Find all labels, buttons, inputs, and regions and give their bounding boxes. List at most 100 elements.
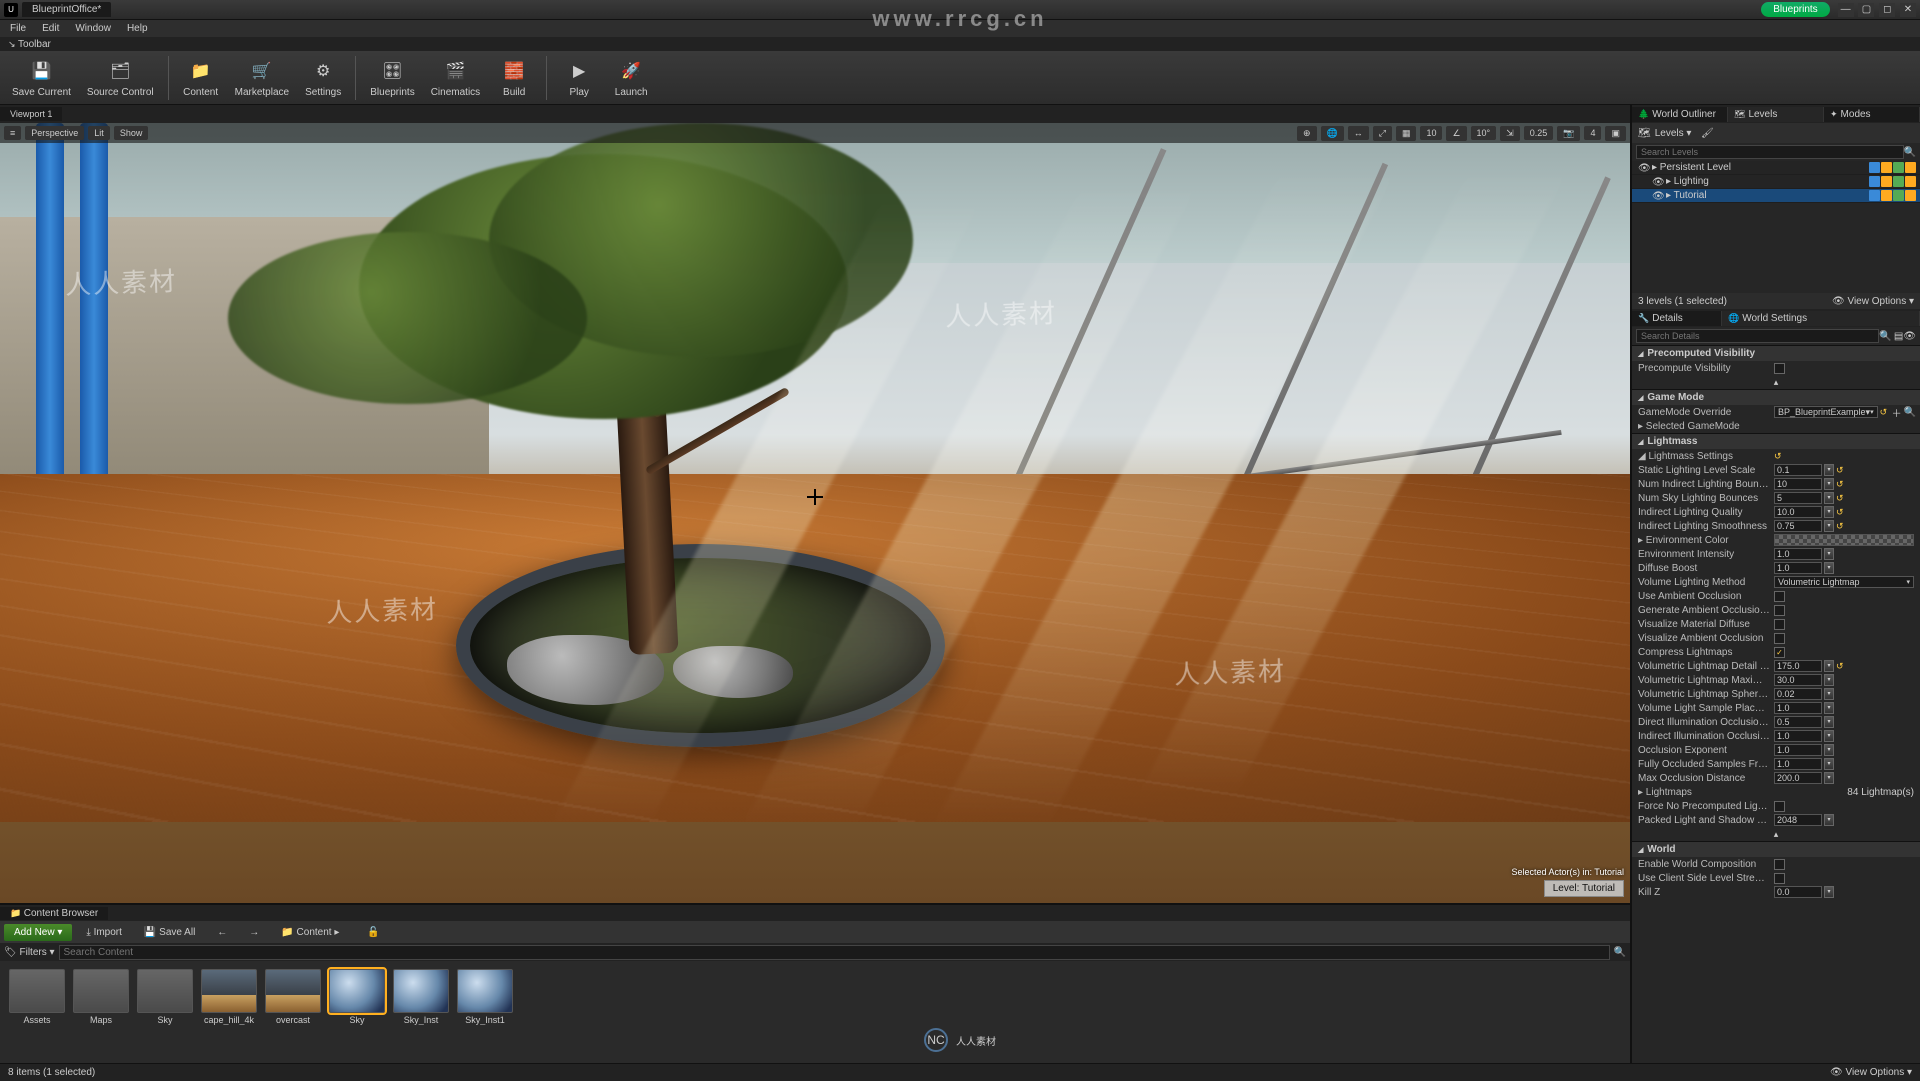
checkbox[interactable] — [1774, 591, 1785, 602]
viewport-grid-size[interactable]: 10 — [1420, 126, 1442, 140]
section-header[interactable]: Lightmass — [1632, 434, 1920, 449]
toolbar-cinematics[interactable]: 🎬Cinematics — [425, 53, 486, 103]
spinner-icon[interactable]: ▾ — [1824, 716, 1834, 728]
blueprints-pill[interactable]: Blueprints — [1761, 2, 1829, 17]
section-header[interactable]: World — [1632, 842, 1920, 857]
viewport-maximize-icon[interactable]: ▣ — [1605, 126, 1626, 141]
filters-button[interactable]: 🏷 Filters ▾ — [4, 947, 55, 958]
number-input[interactable] — [1774, 660, 1822, 672]
number-input[interactable] — [1774, 464, 1822, 476]
spinner-icon[interactable]: ▾ — [1824, 772, 1834, 784]
spinner-icon[interactable]: ▾ — [1824, 548, 1834, 560]
menu-file[interactable]: File — [4, 21, 32, 36]
number-input[interactable] — [1774, 520, 1822, 532]
search-content-input[interactable] — [59, 945, 1610, 960]
search-levels-input[interactable] — [1636, 145, 1904, 159]
number-input[interactable] — [1774, 688, 1822, 700]
import-button[interactable]: ⤓ Import — [78, 924, 130, 941]
viewport-scale-snap[interactable]: 0.25 — [1524, 126, 1554, 140]
viewport-angle-snap[interactable]: 10° — [1471, 126, 1497, 140]
reset-icon[interactable]: ↺ — [1880, 407, 1890, 417]
checkbox[interactable] — [1774, 363, 1785, 374]
number-input[interactable] — [1774, 674, 1822, 686]
levels-header[interactable]: 🗺 Levels ▾ 🖌 — [1632, 123, 1920, 143]
viewport-camera-icon[interactable]: 📷 — [1557, 126, 1580, 141]
number-input[interactable] — [1774, 744, 1822, 756]
browse-icon[interactable]: 🔍 — [1904, 407, 1916, 418]
search-icon[interactable]: 🔍 — [1879, 331, 1891, 342]
number-input[interactable] — [1774, 772, 1822, 784]
viewport-tool-icon[interactable]: ⤢ — [1373, 126, 1392, 141]
viewport-tool-icon[interactable]: ⊕ — [1297, 126, 1317, 141]
reset-icon[interactable]: ↺ — [1836, 521, 1846, 531]
number-input[interactable] — [1774, 548, 1822, 560]
spinner-icon[interactable]: ▾ — [1824, 758, 1834, 770]
number-input[interactable] — [1774, 814, 1822, 826]
toolbar-blueprints[interactable]: 🎛Blueprints — [364, 53, 420, 103]
level-row[interactable]: 👁▸ Tutorial — [1632, 189, 1920, 203]
content-browser-tab[interactable]: 📁 Content Browser — [0, 907, 108, 920]
restore-icon[interactable]: ▢ — [1858, 3, 1874, 17]
spinner-icon[interactable]: ▾ — [1824, 520, 1834, 532]
toolbar-launch[interactable]: 🚀Launch — [607, 53, 655, 103]
details-eye-icon[interactable]: 👁 — [1903, 331, 1916, 342]
cb-lock-icon[interactable]: 🔓 — [359, 924, 387, 941]
section-header[interactable]: Precomputed Visibility — [1632, 346, 1920, 361]
spinner-icon[interactable]: ▾ — [1824, 688, 1834, 700]
number-input[interactable] — [1774, 478, 1822, 490]
number-input[interactable] — [1774, 562, 1822, 574]
minimize-icon[interactable]: — — [1838, 3, 1854, 17]
eye-icon[interactable]: 👁 — [1652, 191, 1662, 201]
maximize-icon[interactable]: ◻ — [1879, 3, 1895, 17]
viewport[interactable]: ≡ Perspective Lit Show ⊕ 🌐 ↔ ⤢ ▦ 10 ∠ 10… — [0, 123, 1630, 903]
level-row[interactable]: 👁▸ Persistent Level — [1632, 161, 1920, 175]
tab-world-settings[interactable]: 🌐 World Settings — [1722, 311, 1920, 326]
checkbox[interactable] — [1774, 859, 1785, 870]
spinner-icon[interactable]: ▾ — [1824, 492, 1834, 504]
viewport-tool-icon[interactable]: 🌐 — [1321, 126, 1344, 141]
reset-icon[interactable]: ↺ — [1836, 479, 1846, 489]
spinner-icon[interactable]: ▾ — [1824, 478, 1834, 490]
viewport-grid-icon[interactable]: ▦ — [1396, 126, 1417, 141]
spinner-icon[interactable]: ▾ — [1824, 506, 1834, 518]
spinner-icon[interactable]: ▾ — [1824, 660, 1834, 672]
toolbar-play[interactable]: ▶Play — [555, 53, 603, 103]
color-swatch[interactable] — [1774, 534, 1914, 546]
toolbar-content[interactable]: 📁Content — [177, 53, 225, 103]
toolbar-source-control[interactable]: 🗂Source Control — [81, 53, 160, 103]
number-input[interactable] — [1774, 758, 1822, 770]
number-input[interactable] — [1774, 716, 1822, 728]
asset-item[interactable]: cape_hill_4k — [200, 969, 258, 1025]
asset-item[interactable]: Sky — [136, 969, 194, 1025]
viewport-perspective[interactable]: Perspective — [25, 126, 84, 140]
checkbox[interactable] — [1774, 633, 1785, 644]
search-icon[interactable]: 🔍 — [1614, 947, 1626, 958]
checkbox[interactable] — [1774, 873, 1785, 884]
asset-item[interactable]: Maps — [72, 969, 130, 1025]
number-input[interactable] — [1774, 730, 1822, 742]
reset-icon[interactable]: ↺ — [1774, 451, 1784, 461]
add-new-button[interactable]: Add New ▾ — [4, 924, 72, 941]
toolbar-settings[interactable]: ⚙Settings — [299, 53, 347, 103]
level-row[interactable]: 👁▸ Lighting — [1632, 175, 1920, 189]
save-all-button[interactable]: 💾 Save All — [136, 924, 203, 941]
search-icon[interactable]: 🔍 — [1904, 147, 1916, 158]
tab-world-outliner[interactable]: 🌲 World Outliner — [1632, 107, 1728, 122]
asset-item[interactable]: overcast — [264, 969, 322, 1025]
viewport-cam-speed[interactable]: 4 — [1584, 126, 1601, 140]
vlm-dropdown[interactable]: Volumetric Lightmap — [1774, 576, 1914, 588]
tab-details[interactable]: 🔧 Details — [1632, 311, 1722, 326]
viewport-lit[interactable]: Lit — [88, 126, 110, 140]
checkbox[interactable] — [1774, 605, 1785, 616]
menu-help[interactable]: Help — [121, 21, 154, 36]
viewport-show[interactable]: Show — [114, 126, 149, 140]
tab-levels[interactable]: 🗺 Levels — [1728, 107, 1824, 122]
number-input[interactable] — [1774, 506, 1822, 518]
spinner-icon[interactable]: ▾ — [1824, 562, 1834, 574]
viewport-tool-icon[interactable]: ↔ — [1348, 126, 1369, 140]
viewport-tab[interactable]: Viewport 1 — [0, 107, 62, 121]
asset-item[interactable]: Assets — [8, 969, 66, 1025]
number-input[interactable] — [1774, 886, 1822, 898]
add-icon[interactable]: ＋ — [1892, 405, 1902, 420]
view-options-button[interactable]: 👁 View Options ▾ — [1830, 1067, 1912, 1078]
